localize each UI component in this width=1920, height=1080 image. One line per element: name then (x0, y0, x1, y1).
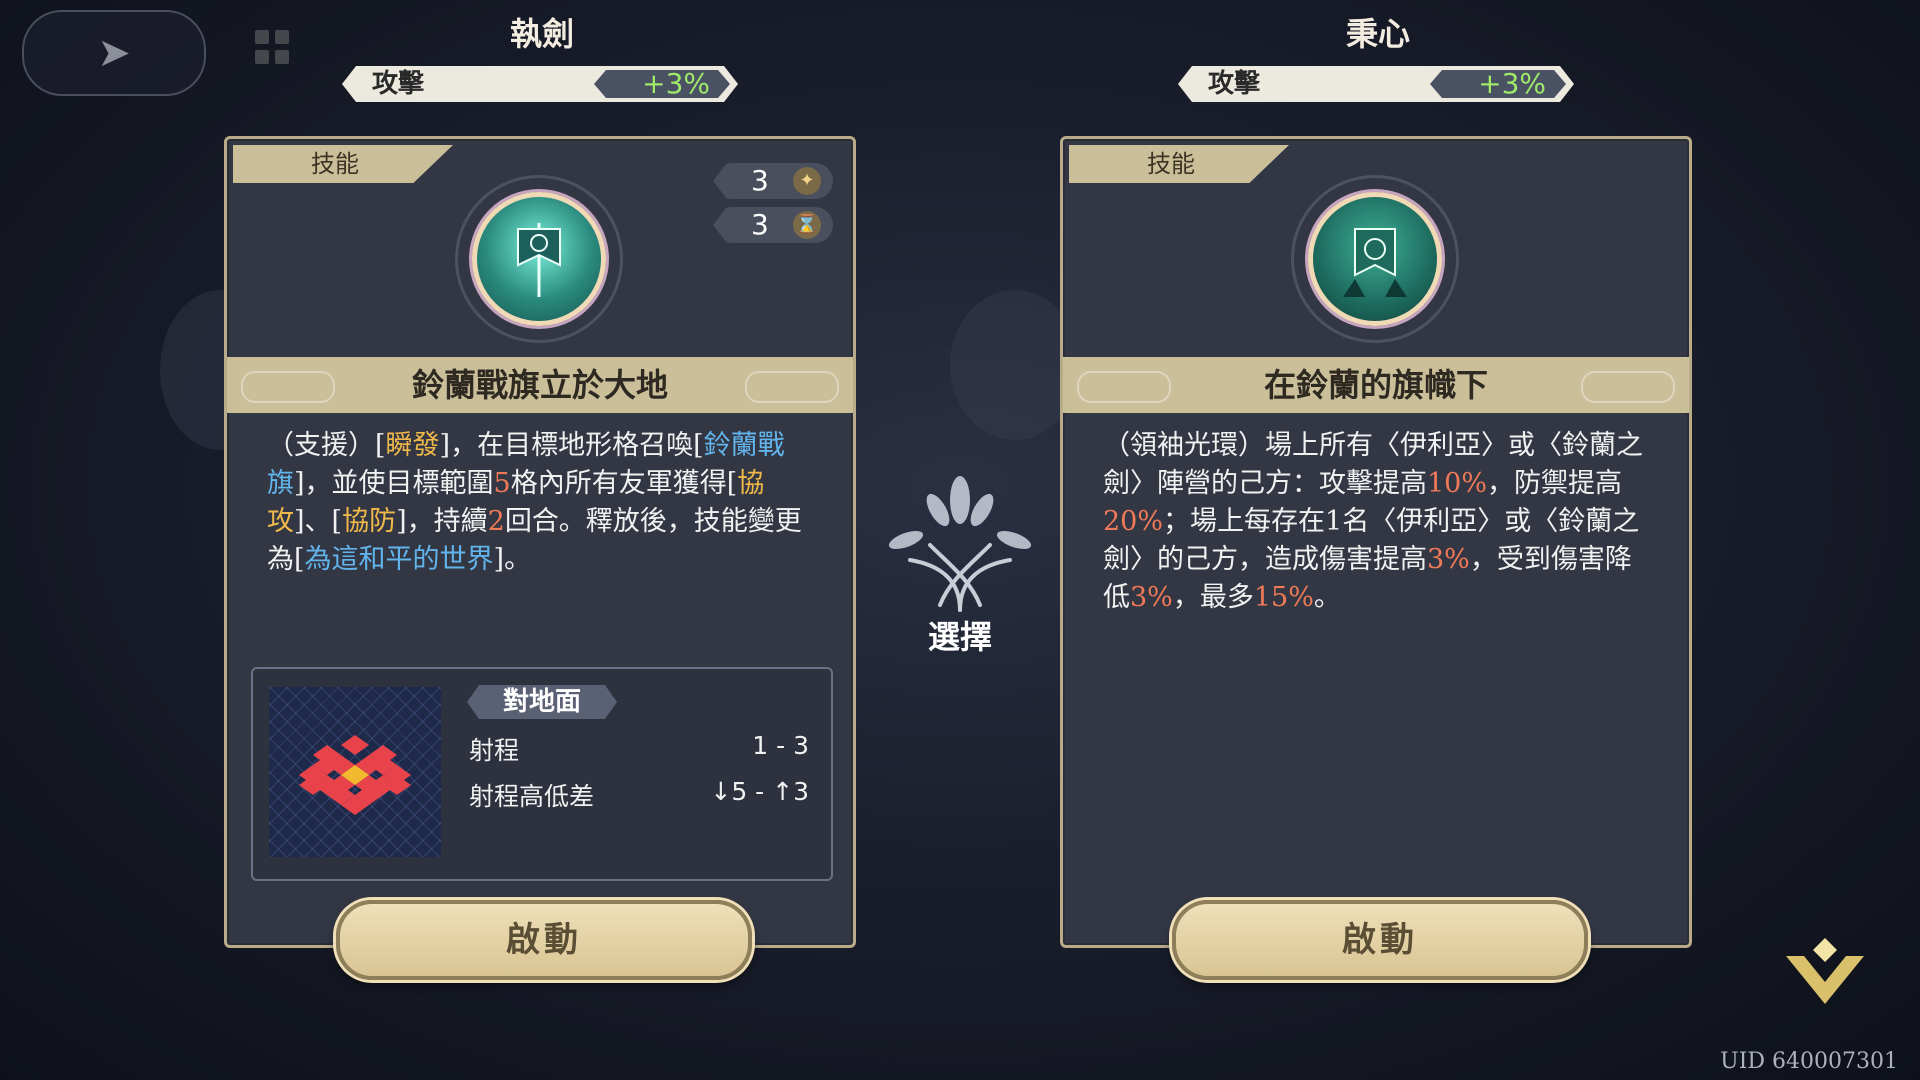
range-grid-icon (269, 687, 441, 857)
skill-option-left: 執劍 攻擊 +3% 技能 3 ✦ 3 ⌛ 鈴蘭戰旗立於大地 （支援）[瞬發]，在… (222, 0, 862, 980)
cost-value: 3 (751, 164, 769, 197)
cost-star: 3 ✦ (713, 163, 833, 199)
stat-value: +3% (1478, 67, 1546, 100)
stat-label: 攻擊 (372, 69, 425, 99)
cost-cooldown: 3 ⌛ (713, 207, 833, 243)
choose-label: 選擇 (927, 618, 992, 656)
stat-bar: 攻擊 +3% (342, 62, 742, 106)
skill-card: 技能 3 ✦ 3 ⌛ 鈴蘭戰旗立於大地 （支援）[瞬發]，在目標地形格召喚[鈴蘭… (224, 136, 856, 948)
activate-button-left[interactable]: 啟動 (336, 900, 752, 980)
height-range-row: 射程高低差 ↓5 - ↑3 (469, 777, 809, 813)
range-row: 射程 1 - 3 (469, 731, 809, 767)
chevron-down-icon[interactable] (1780, 920, 1870, 1010)
skill-icon-frame (1291, 175, 1459, 343)
stat-label: 攻擊 (1208, 69, 1261, 99)
skill-tab: 技能 (233, 145, 453, 183)
height-range-label: 射程高低差 (469, 782, 595, 811)
activate-button-right[interactable]: 啟動 (1172, 900, 1588, 980)
skill-tab: 技能 (1069, 145, 1289, 183)
skill-icon-frame (455, 175, 623, 343)
banner-skill-icon (472, 192, 606, 326)
stat-bar: 攻擊 +3% (1178, 62, 1578, 106)
range-value: 1 - 3 (752, 731, 809, 760)
range-info-panel: 對地面 射程 1 - 3 射程高低差 ↓5 - ↑3 (251, 667, 833, 881)
cooldown-value: 3 (751, 208, 769, 241)
tree-emblem-icon (880, 470, 1040, 620)
terrain-tag: 對地面 (467, 685, 617, 719)
flag-skill-icon (1308, 192, 1442, 326)
back-arrow-icon: ➤ (97, 30, 131, 76)
hourglass-icon: ⌛ (793, 211, 821, 239)
back-button[interactable]: ➤ (22, 10, 206, 96)
star-cost-icon: ✦ (793, 167, 821, 195)
skill-description: （領袖光環）場上所有〈伊利亞〉或〈鈴蘭之劍〉陣營的己方：攻擊提高10%，防禦提高… (1103, 430, 1643, 613)
option-title: 秉心 (1345, 15, 1410, 53)
skill-name: 鈴蘭戰旗立於大地 (227, 357, 853, 413)
range-label: 射程 (469, 736, 520, 765)
skill-name: 在鈴蘭的旗幟下 (1063, 357, 1689, 413)
skill-name-text: 鈴蘭戰旗立於大地 (411, 366, 668, 404)
uid-label: UID 640007301 (1720, 1049, 1898, 1074)
skill-description: （支援）[瞬發]，在目標地形格召喚[鈴蘭戰旗]，並使目標範圍5格內所有友軍獲得[… (267, 430, 802, 575)
option-title: 執劍 (509, 15, 574, 53)
skill-option-right: 秉心 攻擊 +3% 技能 在鈴蘭的旗幟下 （領袖光環）場上所有〈伊利亞〉或〈鈴蘭… (1058, 0, 1698, 980)
stat-value: +3% (642, 67, 710, 100)
skill-name-text: 在鈴蘭的旗幟下 (1263, 366, 1488, 404)
height-range-value: ↓5 - ↑3 (710, 777, 809, 806)
skill-card: 技能 在鈴蘭的旗幟下 （領袖光環）場上所有〈伊利亞〉或〈鈴蘭之劍〉陣營的己方：攻… (1060, 136, 1692, 948)
